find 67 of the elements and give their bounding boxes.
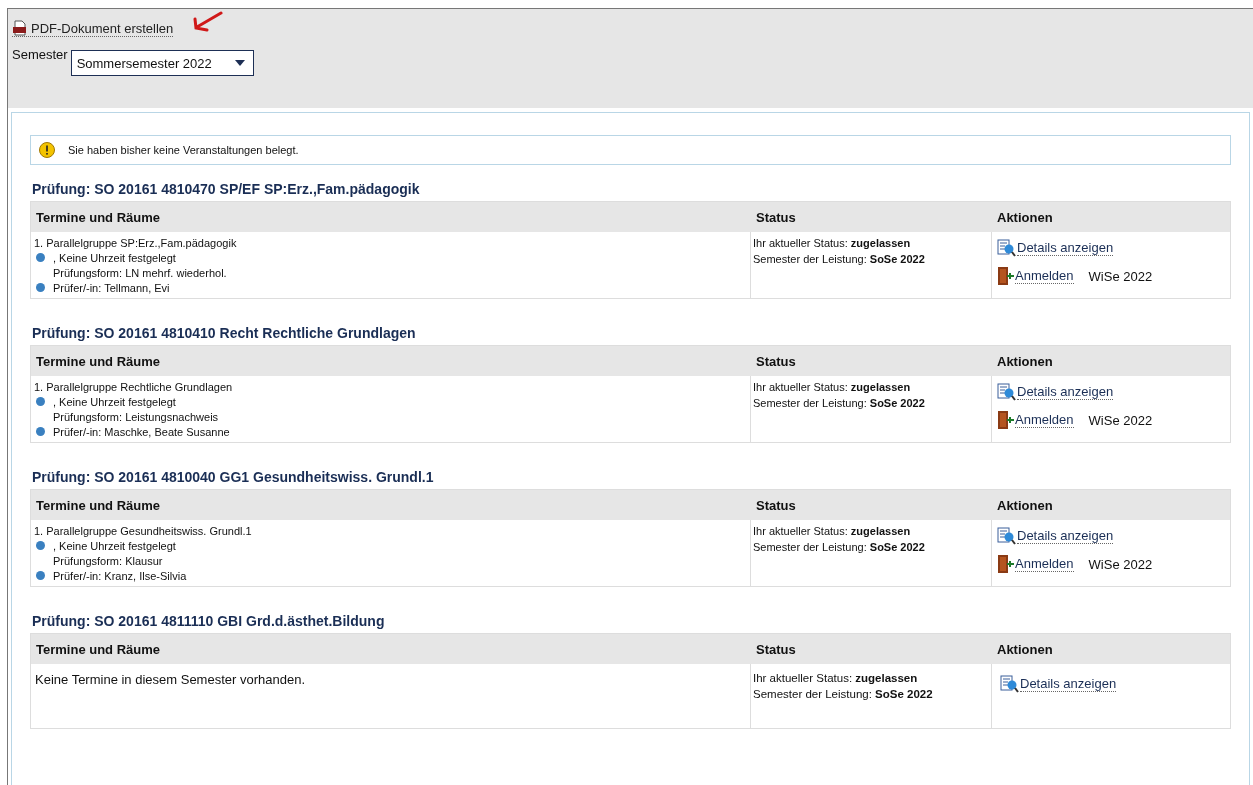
- pdf-link[interactable]: PDF-Dokument erstellen: [12, 20, 174, 37]
- document-search-icon: [997, 526, 1017, 546]
- info-text: Sie haben bisher keine Veranstaltungen belegt.: [68, 144, 299, 156]
- semester-note: WiSe 2022: [1088, 412, 1153, 428]
- column-header: Aktionen: [996, 353, 1054, 369]
- semester-dropdown[interactable]: Sommersemester 2022: [70, 50, 254, 76]
- status-text: Semester der Leistung: SoSe 2022: [753, 687, 934, 702]
- column-header: Termine und Räume: [35, 641, 161, 657]
- semester-label: Semester: [12, 47, 68, 62]
- document-search-icon: [1000, 674, 1020, 694]
- appointment-text: , Keine Uhrzeit festgelegt: [53, 395, 176, 408]
- column-header: Status: [755, 497, 797, 513]
- appointment-text: Prüfungsform: Leistungsnachweis: [53, 410, 219, 423]
- register-link[interactable]: Anmelden: [1015, 268, 1074, 284]
- appointment-text: , Keine Uhrzeit festgelegt: [53, 539, 176, 552]
- bullet-icon: [36, 571, 45, 580]
- door-icon: [997, 410, 1015, 430]
- appointment-text: Prüfungsform: Klausur: [53, 554, 163, 567]
- details-link[interactable]: Details anzeigen: [1017, 528, 1114, 544]
- column-header: Termine und Räume: [35, 497, 161, 513]
- status-text: Semester der Leistung: SoSe 2022: [753, 396, 926, 411]
- exam-title: Prüfung: SO 20161 4810470 SP/EF SP:Erz.,Fam.pädagogik: [32, 181, 421, 199]
- semester-note: WiSe 2022: [1088, 556, 1153, 572]
- appointment-text: Prüfungsform: LN mehrf. wiederhol.: [53, 266, 227, 279]
- details-link[interactable]: Details anzeigen: [1017, 240, 1114, 256]
- status-text: Ihr aktueller Status: zugelassen: [753, 380, 912, 395]
- status-text: Semester der Leistung: SoSe 2022: [753, 540, 926, 555]
- caret-icon: [234, 60, 245, 66]
- details-link[interactable]: Details anzeigen: [1020, 676, 1117, 692]
- appointment-text: Prüfer/-in: Tellmann, Evi: [53, 281, 170, 294]
- pdf-file-icon: [12, 20, 28, 36]
- bullet-icon: [36, 253, 45, 262]
- column-header: Aktionen: [996, 209, 1054, 225]
- bullet-icon: [36, 541, 45, 550]
- exam-title: Prüfung: SO 20161 4810040 GG1 Gesundheitswiss. Grundl.1: [32, 469, 435, 487]
- column-header: Status: [755, 209, 797, 225]
- appointment-text: 1. Parallelgruppe Gesundheitswiss. Grundl.1: [34, 524, 252, 537]
- door-icon: [997, 266, 1015, 286]
- semester-note: WiSe 2022: [1088, 268, 1153, 284]
- register-link[interactable]: Anmelden: [1015, 412, 1074, 428]
- bullet-icon: [36, 397, 45, 406]
- empty-message: Keine Termine in diesem Semester vorhanden.: [34, 671, 307, 687]
- appointment-text: Prüfer/-in: Maschke, Beate Susanne: [53, 425, 230, 438]
- appointment-text: 1. Parallelgruppe Rechtliche Grundlagen: [34, 380, 233, 393]
- appointment-text: 1. Parallelgruppe SP:Erz.,Fam.pädagogik: [34, 236, 237, 249]
- status-text: Semester der Leistung: SoSe 2022: [753, 252, 926, 267]
- column-header: Aktionen: [996, 497, 1054, 513]
- status-text: Ihr aktueller Status: zugelassen: [753, 671, 919, 686]
- document-search-icon: [997, 238, 1017, 258]
- warning-icon: [39, 142, 55, 158]
- exam-title: Prüfung: SO 20161 4810410 Recht Rechtliche Grundlagen: [32, 325, 417, 343]
- status-text: Ihr aktueller Status: zugelassen: [753, 236, 912, 251]
- column-header: Status: [755, 353, 797, 369]
- status-text: Ihr aktueller Status: zugelassen: [753, 524, 912, 539]
- bullet-icon: [36, 283, 45, 292]
- appointment-text: Prüfer/-in: Kranz, Ilse-Silvia: [53, 569, 187, 582]
- exam-title: Prüfung: SO 20161 4811110 GBI Grd.d.ästhet.Bildung: [32, 613, 386, 631]
- column-header: Aktionen: [996, 641, 1054, 657]
- column-header: Termine und Räume: [35, 209, 161, 225]
- appointment-text: , Keine Uhrzeit festgelegt: [53, 251, 176, 264]
- details-link[interactable]: Details anzeigen: [1017, 384, 1114, 400]
- document-search-icon: [997, 382, 1017, 402]
- column-header: Status: [755, 641, 797, 657]
- door-icon: [997, 554, 1015, 574]
- column-header: Termine und Räume: [35, 353, 161, 369]
- bullet-icon: [36, 427, 45, 436]
- register-link[interactable]: Anmelden: [1015, 556, 1074, 572]
